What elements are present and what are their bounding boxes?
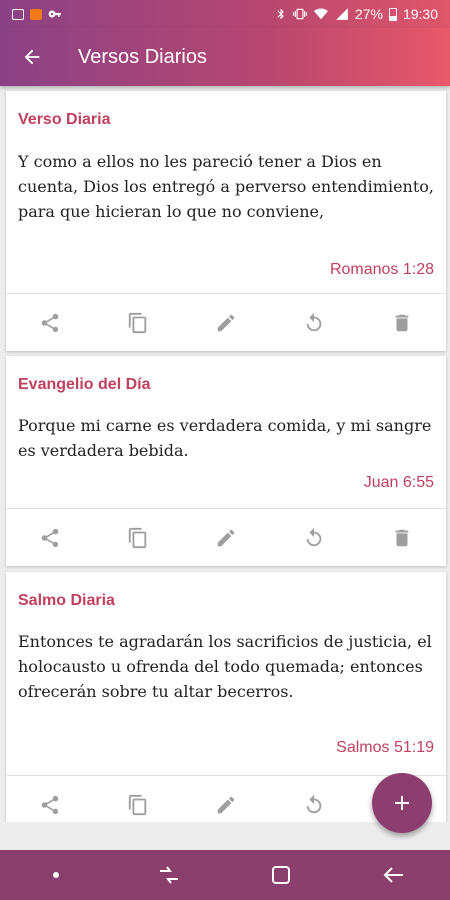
edit-icon <box>217 796 235 813</box>
add-fab-button[interactable] <box>372 773 432 833</box>
bluetooth-icon <box>277 9 284 19</box>
image-notification-icon <box>12 8 24 20</box>
share-icon <box>41 313 59 332</box>
card-text[interactable]: Y como a ellos no les pareció tener a Di… <box>18 149 434 224</box>
status-right-icons: 27% 19:30 <box>275 6 438 22</box>
edit-button[interactable] <box>196 509 256 567</box>
refresh-button[interactable] <box>284 776 344 823</box>
app-bar: Versos Diarios <box>0 28 450 86</box>
recents-button[interactable] <box>134 850 204 900</box>
share-button[interactable] <box>20 509 80 567</box>
card-reference: Salmos 51:19 <box>336 739 434 756</box>
clock: 19:30 <box>402 6 438 22</box>
cards-list[interactable]: Verso Diaria Y como a ellos no les parec… <box>0 86 450 822</box>
edit-button[interactable] <box>196 776 256 823</box>
share-icon <box>41 528 59 547</box>
refresh-icon <box>306 312 322 331</box>
card-gospel-of-day: Evangelio del Día Porque mi carne es ver… <box>6 356 446 566</box>
refresh-icon <box>306 527 322 546</box>
share-button[interactable] <box>20 776 80 823</box>
card-reference: Romanos 1:28 <box>329 261 434 278</box>
back-icon <box>383 867 403 883</box>
refresh-icon <box>306 794 322 813</box>
copy-button[interactable] <box>108 509 168 567</box>
copy-icon <box>128 794 147 815</box>
home-button[interactable] <box>246 850 316 900</box>
system-nav-bar <box>0 850 450 900</box>
copy-button[interactable] <box>108 776 168 823</box>
copy-icon <box>128 312 147 333</box>
home-icon <box>272 866 291 884</box>
status-bar: 27% 19:30 <box>0 0 450 28</box>
battery-percent: 27% <box>354 6 383 22</box>
edit-icon <box>217 314 235 331</box>
refresh-button[interactable] <box>284 294 344 352</box>
card-title: Verso Diaria <box>18 111 111 128</box>
nav-dot-button[interactable] <box>21 850 91 900</box>
delete-button[interactable] <box>372 294 432 352</box>
add-icon <box>395 796 409 810</box>
copy-icon <box>128 527 147 548</box>
copy-button[interactable] <box>108 294 168 352</box>
system-back-button[interactable] <box>359 850 429 900</box>
delete-button[interactable] <box>372 509 432 567</box>
card-title: Evangelio del Día <box>18 376 151 393</box>
key-icon <box>48 10 61 18</box>
card-verse-of-day: Verso Diaria Y como a ellos no les parec… <box>6 91 446 351</box>
card-text[interactable]: Porque mi carne es verdadera comida, y m… <box>18 413 434 463</box>
status-left-icons <box>12 7 62 21</box>
share-button[interactable] <box>20 294 80 352</box>
card-actions <box>6 508 446 566</box>
signal-icon <box>336 8 348 20</box>
wifi-icon <box>313 8 328 20</box>
card-title: Salmo Diaria <box>18 592 115 609</box>
recents-icon <box>159 866 178 884</box>
card-text[interactable]: Entonces te agradarán los sacrificios de… <box>18 629 434 704</box>
card-reference: Juan 6:55 <box>363 474 434 491</box>
share-icon <box>41 795 59 814</box>
dot-icon <box>53 872 60 878</box>
edit-icon <box>217 529 235 546</box>
delete-icon <box>395 314 409 331</box>
edit-button[interactable] <box>196 294 256 352</box>
back-button[interactable] <box>0 28 64 86</box>
page-title: Versos Diarios <box>78 45 207 68</box>
battery-icon <box>388 7 397 21</box>
delete-icon <box>395 529 409 546</box>
app-notification-icon <box>30 8 42 20</box>
refresh-button[interactable] <box>284 509 344 567</box>
arrow-back-icon <box>24 49 40 65</box>
vibrate-icon <box>292 8 307 20</box>
card-actions <box>6 293 446 351</box>
